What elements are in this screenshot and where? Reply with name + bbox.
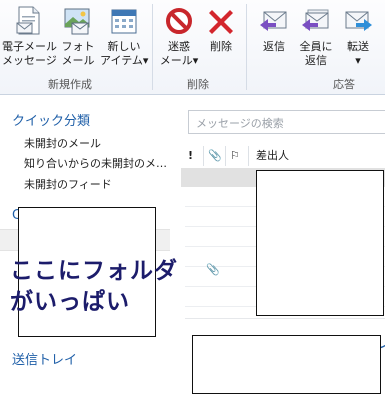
new-item-button[interactable]: 新しい アイテム▾ [100,4,148,70]
quick-views-heading[interactable]: クイック分類 [12,110,90,129]
delete-button[interactable]: 削除 [202,4,240,70]
search-input[interactable] [194,112,378,134]
new-item-label: 新しい [107,40,141,53]
column-from[interactable]: 差出人 [256,146,289,166]
photo-mail-icon [64,8,90,35]
junk-label-2: メール▾ [159,54,199,67]
forward-label: 転送 [347,40,369,53]
attachment-icon: 📎 [206,263,220,276]
column-importance[interactable]: ! [188,146,193,166]
overlay-note: ここにフォルダがいっぱい [10,258,178,315]
forward-button[interactable]: 転送 ▾ [338,4,378,70]
reply-all-button[interactable]: 全員に 返信 [294,4,338,70]
group-label-respond: 応答 [333,78,355,91]
new-email-label: 電子メール [2,40,57,53]
reply-all-label-2: 返信 [305,54,327,67]
forward-dropdown-arrow: ▾ [355,54,361,67]
ribbon-separator [152,4,153,90]
ribbon-separator [246,4,247,90]
delete-icon [209,10,233,34]
reply-label: 返信 [263,40,285,53]
search-box[interactable] [188,110,385,134]
calendar-icon [111,9,137,34]
photo-mail-label-2: メール [61,54,95,67]
photo-mail-label: フォト [61,40,95,53]
nav-item-unread-from-contacts[interactable]: 知り合いからの未開封のメ… [24,155,174,171]
column-divider [225,146,226,166]
redaction-box [256,170,384,316]
ribbon: 電子メール メッセージ フォト メール 新しい アイテム▾ 新規作成 迷惑 メー… [0,0,385,95]
block-icon [166,8,192,34]
group-label-new: 新規作成 [48,78,92,91]
group-label-delete: 削除 [187,78,209,91]
new-email-button[interactable]: 電子メール メッセージ [2,4,57,70]
flag-icon[interactable]: ⚐ [230,146,240,166]
nav-item-outbox[interactable]: 送信トレイ [12,349,77,368]
reply-all-icon [302,9,329,31]
reply-icon [260,11,287,31]
nav-item-unread-mail[interactable]: 未開封のメール [24,135,174,151]
new-item-label-2: アイテム▾ [100,54,149,67]
photo-mail-button[interactable]: フォト メール [58,4,98,70]
junk-button[interactable]: 迷惑 メール▾ [156,4,202,70]
new-email-label-2: メッセージ [2,54,57,67]
new-email-icon [16,6,40,35]
redaction-box [192,335,381,394]
column-divider [203,146,204,166]
reply-all-label: 全員に [299,40,333,53]
nav-item-unread-feeds[interactable]: 未開封のフィード [24,176,174,192]
junk-label: 迷惑 [168,40,190,53]
reply-button[interactable]: 返信 [254,4,294,70]
forward-icon [345,11,372,31]
attachment-icon[interactable]: 📎 [208,146,222,166]
delete-label: 削除 [210,40,232,53]
column-divider [248,146,249,166]
